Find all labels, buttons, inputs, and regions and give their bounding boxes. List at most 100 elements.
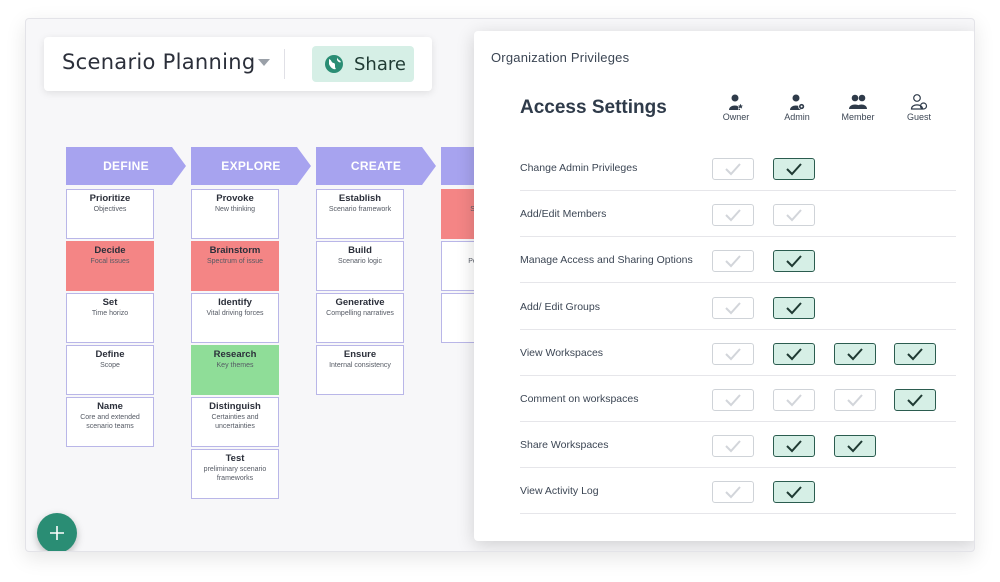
permission-checkbox-member[interactable] bbox=[834, 435, 876, 458]
scenario-card[interactable]: Set Time horizo bbox=[66, 293, 154, 343]
permission-checkbox-admin[interactable] bbox=[773, 250, 815, 273]
scenario-card[interactable]: Build Scenario logic bbox=[316, 241, 404, 291]
card-subtitle: Compelling narratives bbox=[326, 310, 394, 317]
card-subtitle: New thinking bbox=[214, 206, 256, 213]
permission-checkbox-member[interactable] bbox=[834, 342, 876, 365]
access-row: View Workspaces bbox=[520, 330, 956, 376]
access-row-label: Add/Edit Members bbox=[520, 208, 607, 221]
scenario-card[interactable]: Research Key themes bbox=[191, 345, 279, 395]
permission-checkbox-owner[interactable] bbox=[712, 481, 754, 504]
scenario-card[interactable]: Provoke New thinking bbox=[191, 189, 279, 239]
checkmark-icon bbox=[907, 348, 923, 361]
checkmark-icon bbox=[786, 209, 802, 222]
permission-checkbox-member[interactable] bbox=[834, 389, 876, 411]
permission-checkbox-owner[interactable] bbox=[712, 204, 754, 227]
card-title: Set bbox=[102, 297, 118, 308]
checkmark-icon bbox=[786, 394, 802, 407]
card-subtitle: Certainties and uncertainties bbox=[211, 414, 259, 430]
card-subtitle: Key themes bbox=[216, 362, 254, 369]
card-title: Build bbox=[348, 245, 372, 256]
stage-header-create: CREATE bbox=[316, 147, 436, 185]
access-row-label: View Activity Log bbox=[520, 485, 599, 498]
page-title: Scenario Planning bbox=[62, 50, 256, 74]
permission-checkbox-admin[interactable] bbox=[773, 158, 815, 180]
checkmark-icon bbox=[847, 394, 863, 407]
card-subtitle: Scenario logic bbox=[338, 258, 382, 265]
card-title: Identify bbox=[218, 297, 252, 308]
checkmark-icon bbox=[725, 209, 741, 222]
permission-checkbox-guest[interactable] bbox=[894, 342, 936, 365]
stage-header-define: DEFINE bbox=[66, 147, 186, 185]
access-row-label: View Workspaces bbox=[520, 346, 604, 359]
plus-icon bbox=[50, 526, 64, 540]
scenario-card[interactable]: Identify Vital driving forces bbox=[191, 293, 279, 343]
card-subtitle: Spectrum of issue bbox=[206, 258, 264, 265]
card-title: Define bbox=[95, 349, 125, 360]
card-title: Name bbox=[97, 401, 123, 412]
checkmark-icon bbox=[725, 486, 741, 499]
checkmark-icon bbox=[786, 348, 802, 361]
scenario-card[interactable]: Decide Focal issues bbox=[66, 241, 154, 291]
scenario-card[interactable]: Define Scope bbox=[66, 345, 154, 395]
checkmark-icon bbox=[786, 163, 802, 176]
top-toolbar: Scenario Planning Share bbox=[44, 37, 432, 91]
access-row: Comment on workspaces bbox=[520, 376, 956, 422]
scenario-card[interactable]: Prioritize Objectives bbox=[66, 189, 154, 239]
scenario-card[interactable]: Generative Compelling narratives bbox=[316, 293, 404, 343]
access-row-label: Change Admin Privileges bbox=[520, 162, 638, 174]
permission-checkbox-admin[interactable] bbox=[773, 435, 815, 458]
chevron-down-icon[interactable] bbox=[258, 59, 270, 66]
scenario-card[interactable]: Distinguish Certainties and uncertainties bbox=[191, 397, 279, 447]
permission-checkbox-owner[interactable] bbox=[712, 250, 754, 273]
admin-icon bbox=[790, 94, 806, 110]
scenario-card[interactable]: Brainstorm Spectrum of issue bbox=[191, 241, 279, 291]
checkmark-icon bbox=[725, 394, 741, 407]
checkmark-icon bbox=[786, 255, 802, 268]
access-settings-heading: Access Settings bbox=[520, 97, 667, 118]
card-title: Research bbox=[213, 349, 257, 360]
scenario-card[interactable]: Name Core and extended scenario teams bbox=[66, 397, 154, 447]
card-title: Decide bbox=[94, 245, 126, 256]
permission-checkbox-owner[interactable] bbox=[712, 389, 754, 411]
scenario-card[interactable]: Establish Scenario framework bbox=[316, 189, 404, 239]
member-icon bbox=[849, 94, 867, 109]
permission-checkbox-owner[interactable] bbox=[712, 342, 754, 365]
add-button[interactable] bbox=[37, 513, 77, 551]
permission-checkbox-guest[interactable] bbox=[894, 389, 936, 411]
share-button[interactable]: Share bbox=[312, 46, 414, 82]
permission-checkbox-owner[interactable] bbox=[712, 296, 754, 319]
owner-icon bbox=[729, 94, 745, 110]
access-row: Add/Edit Members bbox=[520, 191, 956, 238]
share-label: Share bbox=[354, 53, 406, 75]
toolbar-divider bbox=[284, 49, 285, 79]
card-title: Distinguish bbox=[209, 401, 261, 412]
card-title: Generative bbox=[335, 297, 385, 308]
checkmark-icon bbox=[786, 440, 802, 453]
role-label: Member bbox=[841, 112, 875, 122]
permission-checkbox-admin[interactable] bbox=[773, 389, 815, 411]
permission-checkbox-admin[interactable] bbox=[773, 481, 815, 504]
permission-checkbox-owner[interactable] bbox=[712, 435, 754, 458]
access-row-label: Comment on workspaces bbox=[520, 393, 639, 405]
permission-checkbox-admin[interactable] bbox=[773, 296, 815, 319]
role-member: Member bbox=[828, 93, 888, 122]
scenario-card[interactable]: Test preliminary scenario frameworks bbox=[191, 449, 279, 499]
card-subtitle: Scope bbox=[100, 362, 120, 369]
card-subtitle: Internal consistency bbox=[329, 362, 391, 369]
permission-checkbox-admin[interactable] bbox=[773, 342, 815, 365]
checkmark-icon bbox=[847, 348, 863, 361]
access-row-label: Share Workspaces bbox=[520, 439, 609, 452]
card-title: Prioritize bbox=[89, 193, 131, 204]
card-title: Brainstorm bbox=[209, 245, 261, 256]
stage-label: CREATE bbox=[350, 159, 402, 173]
role-label: Owner bbox=[722, 112, 750, 122]
permission-checkbox-owner[interactable] bbox=[712, 158, 754, 180]
scenario-card[interactable]: Ensure Internal consistency bbox=[316, 345, 404, 395]
app-window: DEFINE Prioritize Objectives Decide Focal is… bbox=[25, 18, 975, 552]
organization-privileges-panel: Organization Privileges Access Settings … bbox=[474, 31, 974, 541]
stage-label: DEFINE bbox=[103, 159, 149, 173]
role-owner: Owner bbox=[706, 93, 766, 122]
permission-checkbox-admin[interactable] bbox=[773, 204, 815, 227]
card-title: Provoke bbox=[216, 193, 254, 204]
stage-header-explore: EXPLORE bbox=[191, 147, 311, 185]
